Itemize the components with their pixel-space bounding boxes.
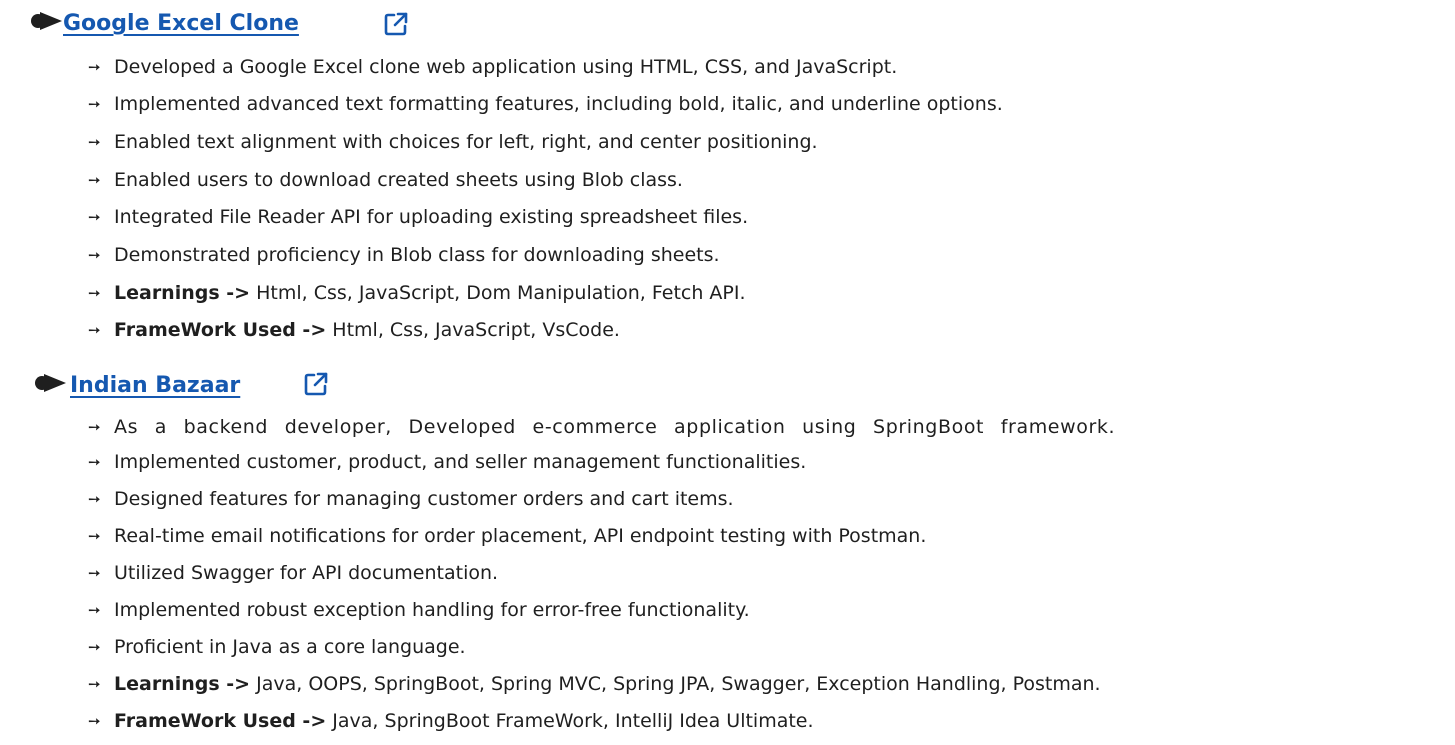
framework-label: FrameWork Used -> <box>114 319 327 341</box>
arrow-bullet-icon <box>31 12 62 30</box>
list-item: ➙ Designed features for managing customer… <box>88 484 734 515</box>
list-item: ➙ Implemented advanced text formatting fe… <box>88 89 1003 120</box>
learnings-label: Learnings -> <box>114 282 251 304</box>
list-item: ➙ Real-time email notifications for order… <box>88 521 926 552</box>
list-item: ➙ Enabled users to download created sheet… <box>88 165 683 196</box>
list-item: ➙ Implemented robust exception handling f… <box>88 595 750 626</box>
learnings-label: Learnings -> <box>114 673 251 695</box>
arrow-icon: ➙ <box>88 95 101 113</box>
arrow-icon: ➙ <box>88 418 102 436</box>
arrow-icon: ➙ <box>88 246 101 264</box>
project-title-link[interactable]: Google Excel Clone <box>63 6 299 42</box>
external-link-icon[interactable] <box>383 11 409 37</box>
arrow-icon: ➙ <box>88 527 101 545</box>
list-item-framework: ➙ FrameWork Used -> Html, Css, JavaScript… <box>88 315 620 346</box>
list-item-framework: ➙ FrameWork Used -> Java, SpringBoot Fram… <box>88 706 814 737</box>
list-item: ➙ As a backend developer, Developed e-com… <box>88 412 1115 443</box>
list-item: ➙ Integrated File Reader API for uploadin… <box>88 202 748 233</box>
arrow-icon: ➙ <box>88 208 101 226</box>
external-link-icon[interactable] <box>303 371 329 397</box>
arrow-icon: ➙ <box>88 133 101 151</box>
list-item: ➙ Demonstrated proficiency in Blob class … <box>88 240 720 271</box>
arrow-icon: ➙ <box>88 564 101 582</box>
arrow-icon: ➙ <box>88 712 101 730</box>
arrow-icon: ➙ <box>88 58 101 76</box>
arrow-icon: ➙ <box>88 638 101 656</box>
arrow-icon: ➙ <box>88 675 101 693</box>
framework-label: FrameWork Used -> <box>114 710 327 732</box>
list-item: ➙ Developed a Google Excel clone web appl… <box>88 52 897 83</box>
arrow-icon: ➙ <box>88 284 101 302</box>
list-item: ➙ Utilized Swagger for API documentation. <box>88 558 498 589</box>
list-item: ➙ Proficient in Java as a core language. <box>88 632 466 663</box>
list-item-learnings: ➙ Learnings -> Java, OOPS, SpringBoot, Sp… <box>88 669 1101 700</box>
list-item: ➙ Implemented customer, product, and sell… <box>88 447 806 478</box>
arrow-icon: ➙ <box>88 601 101 619</box>
arrow-icon: ➙ <box>88 453 101 471</box>
arrow-icon: ➙ <box>88 490 101 508</box>
list-item-learnings: ➙ Learnings -> Html, Css, JavaScript, Dom… <box>88 278 746 309</box>
arrow-icon: ➙ <box>88 321 101 339</box>
list-item: ➙ Enabled text alignment with choices for… <box>88 127 818 158</box>
arrow-bullet-icon <box>35 374 66 392</box>
project-title-link[interactable]: Indian Bazaar <box>70 368 240 404</box>
arrow-icon: ➙ <box>88 171 101 189</box>
